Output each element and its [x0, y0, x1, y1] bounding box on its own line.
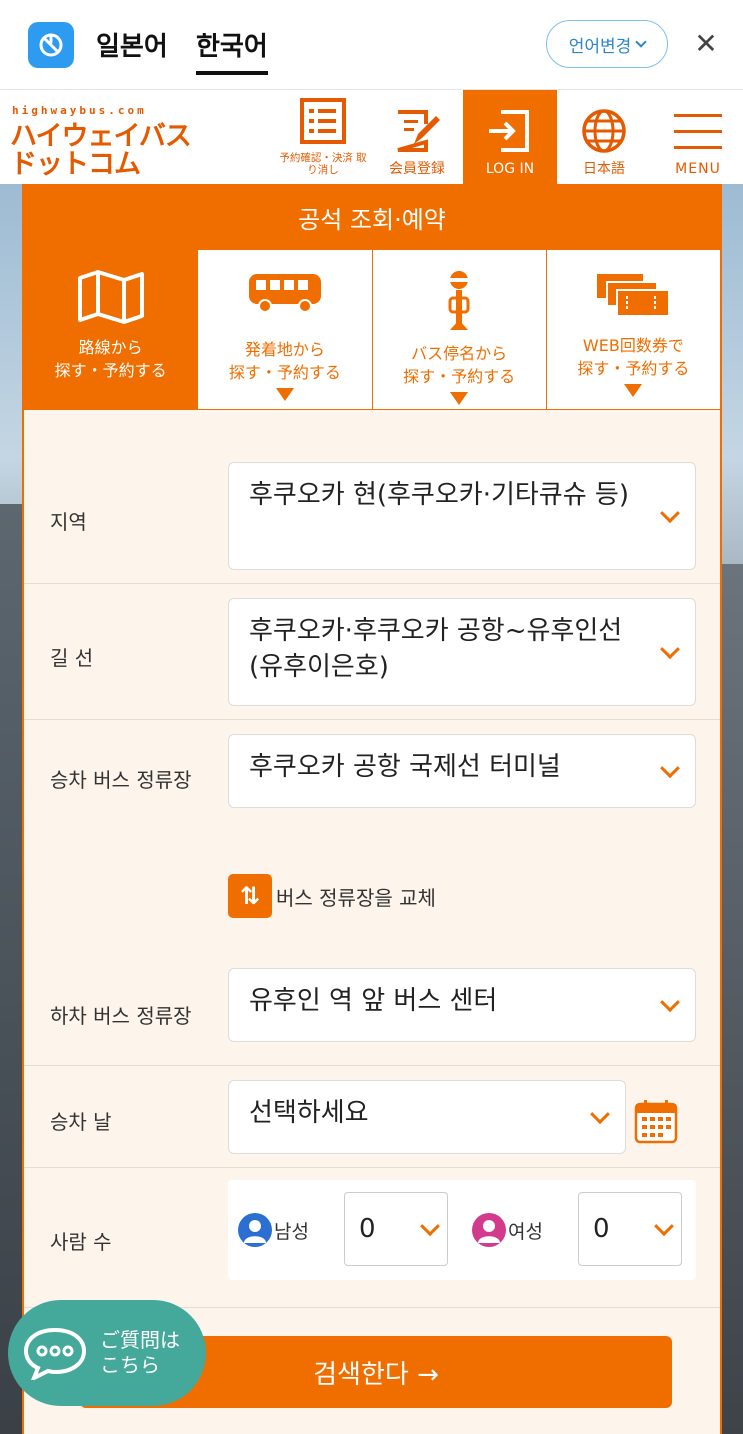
tab-ticket-line1: WEB回数券で	[582, 336, 684, 355]
bus-icon	[248, 274, 321, 313]
nav-reservation-check[interactable]: 予約確認・決済 取り消し	[276, 90, 370, 184]
nav-language[interactable]: 日本語	[558, 90, 650, 184]
chat-support-button[interactable]: ご質問は こちら	[8, 1300, 206, 1406]
bus-stop-icon	[448, 271, 470, 330]
hamburger-icon	[674, 114, 722, 149]
nav-menu[interactable]: MENU	[656, 90, 740, 184]
list-icon	[300, 98, 346, 144]
people-label: 사람 수	[50, 1230, 112, 1254]
chat-line1: ご質問は	[100, 1328, 180, 1352]
date-row: 승차 날 선택하세요	[24, 1066, 720, 1168]
target-language-tab[interactable]: 한국어	[196, 26, 268, 75]
chevron-down-icon	[660, 503, 680, 524]
login-icon	[489, 110, 529, 152]
region-select[interactable]: 후쿠오카 현(후쿠오카·기타큐슈 등)	[228, 462, 696, 570]
translate-logo-icon	[28, 22, 74, 68]
tab-expand-arrow-icon	[624, 384, 643, 397]
male-label: 남성	[274, 1220, 309, 1243]
tab-ticket-line2: 探す・予約する	[577, 359, 690, 378]
tab-by-origin-destination[interactable]: 発着地から探す・予約する	[197, 250, 372, 409]
tab-route-line2: 探す・予約する	[54, 361, 167, 380]
edit-icon	[397, 110, 440, 152]
female-group: 여성	[472, 1180, 543, 1280]
swap-arrows-icon: ⇅	[228, 874, 272, 918]
chevron-down-icon	[660, 992, 680, 1013]
boarding-stop-value: 후쿠오카 공항 국제선 터미널	[249, 752, 561, 782]
chevron-down-icon	[654, 1216, 674, 1237]
tab-expand-arrow-icon	[275, 388, 294, 401]
date-select[interactable]: 선택하세요	[228, 1080, 626, 1154]
boarding-stop-label: 승차 버스 정류장	[50, 768, 192, 792]
swap-label: 버스 정류장을 교체	[276, 885, 436, 910]
people-selector: 남성 0 여성 0	[228, 1180, 696, 1280]
route-label: 길 선	[50, 646, 94, 670]
close-icon[interactable]: ✕	[690, 28, 722, 60]
language-change-label: 언어변경	[568, 36, 632, 57]
tab-origin-line2: 探す・予約する	[228, 363, 341, 382]
chat-line2: こちら	[100, 1353, 160, 1377]
alighting-stop-select[interactable]: 유후인 역 앞 버스 센터	[228, 968, 696, 1042]
panel-title: 공석 조회·예약	[24, 184, 720, 250]
translate-bar: 일본어 한국어 언어변경 ✕	[0, 0, 743, 90]
alighting-stop-value: 유후인 역 앞 버스 센터	[249, 986, 498, 1016]
chat-bubble-icon	[23, 1327, 87, 1380]
tab-by-bus-stop[interactable]: バス停名から 探す・予約する	[371, 250, 546, 409]
brand-logo-line2[interactable]: ドットコム	[10, 142, 141, 181]
alighting-stop-row: 하차 버스 정류장 유후인 역 앞 버스 센터	[24, 954, 720, 1066]
search-panel: 공석 조회·예약 路線から探す・予約する 発着地から探す・予約する バス停名から…	[22, 184, 722, 1434]
tickets-icon	[597, 274, 671, 317]
chevron-down-icon	[420, 1216, 440, 1237]
route-value: 후쿠오카·후쿠오카 공항~유후인선(유후이은호)	[249, 616, 623, 682]
chevron-down-icon	[660, 639, 680, 660]
nav-member-register[interactable]: 会員登録	[372, 90, 462, 184]
female-count-select[interactable]: 0	[578, 1192, 682, 1266]
chevron-down-icon	[590, 1104, 610, 1125]
chevron-down-icon	[660, 758, 680, 779]
male-count-value: 0	[359, 1214, 376, 1244]
search-mode-tabs: 路線から 探す・予約する 発着地から 探す・予約する バス停名から 探す・予約する W…	[24, 250, 720, 410]
male-group: 남성	[238, 1180, 309, 1280]
tab-origin-line1: 発着地から	[244, 340, 325, 359]
background-building-right	[721, 564, 743, 1434]
tab-by-web-ticket[interactable]: WEB回数券で 探す・予約する	[545, 250, 720, 409]
nav-member-label: 会員登録	[389, 161, 445, 177]
map-icon	[77, 270, 144, 324]
calendar-icon[interactable]	[634, 1098, 678, 1144]
source-language-tab[interactable]: 일본어	[96, 26, 168, 63]
female-count-value: 0	[593, 1214, 610, 1244]
nav-login[interactable]: LOG IN	[463, 90, 557, 184]
male-person-icon	[238, 1213, 272, 1247]
background-building-left	[0, 504, 24, 1434]
nav-login-label: LOG IN	[485, 161, 535, 177]
region-row: 지역 후쿠오카 현(후쿠오카·기타큐슈 등)	[24, 410, 720, 584]
nav-menu-label: MENU	[675, 161, 721, 177]
tab-route-line1: 路線から	[78, 338, 143, 357]
globe-icon	[582, 109, 626, 153]
route-row: 길 선 후쿠오카·후쿠오카 공항~유후인선(유후이은호)	[24, 584, 720, 720]
alighting-stop-label: 하차 버스 정류장	[50, 1004, 192, 1028]
date-label: 승차 날	[50, 1110, 112, 1134]
boarding-stop-select[interactable]: 후쿠오카 공항 국제선 터미널	[228, 734, 696, 808]
tab-busstop-line1: バス停名から	[411, 344, 508, 363]
nav-language-label: 日本語	[583, 161, 625, 177]
date-value: 선택하세요	[249, 1098, 369, 1128]
swap-stops-button[interactable]: ⇅ 버스 정류장을 교체	[228, 874, 436, 918]
female-person-icon	[472, 1213, 506, 1247]
nav-reservation-label: 予約確認・決済 取り消し	[279, 152, 367, 176]
male-count-select[interactable]: 0	[344, 1192, 448, 1266]
route-select[interactable]: 후쿠오카·후쿠오카 공항~유후인선(유후이은호)	[228, 598, 696, 706]
region-value: 후쿠오카 현(후쿠오카·기타큐슈 등)	[249, 480, 629, 510]
boarding-stop-row: 승차 버스 정류장 후쿠오카 공항 국제선 터미널	[24, 720, 720, 820]
chevron-down-icon	[635, 36, 647, 48]
tab-expand-arrow-icon	[450, 392, 469, 405]
tab-by-route[interactable]: 路線から探す・予約する	[24, 250, 198, 409]
female-label: 여성	[508, 1220, 543, 1243]
tab-busstop-line2: 探す・予約する	[403, 367, 516, 386]
language-change-button[interactable]: 언어변경	[546, 20, 668, 68]
region-label: 지역	[50, 510, 87, 534]
search-label: 검색한다 →	[313, 1359, 439, 1390]
